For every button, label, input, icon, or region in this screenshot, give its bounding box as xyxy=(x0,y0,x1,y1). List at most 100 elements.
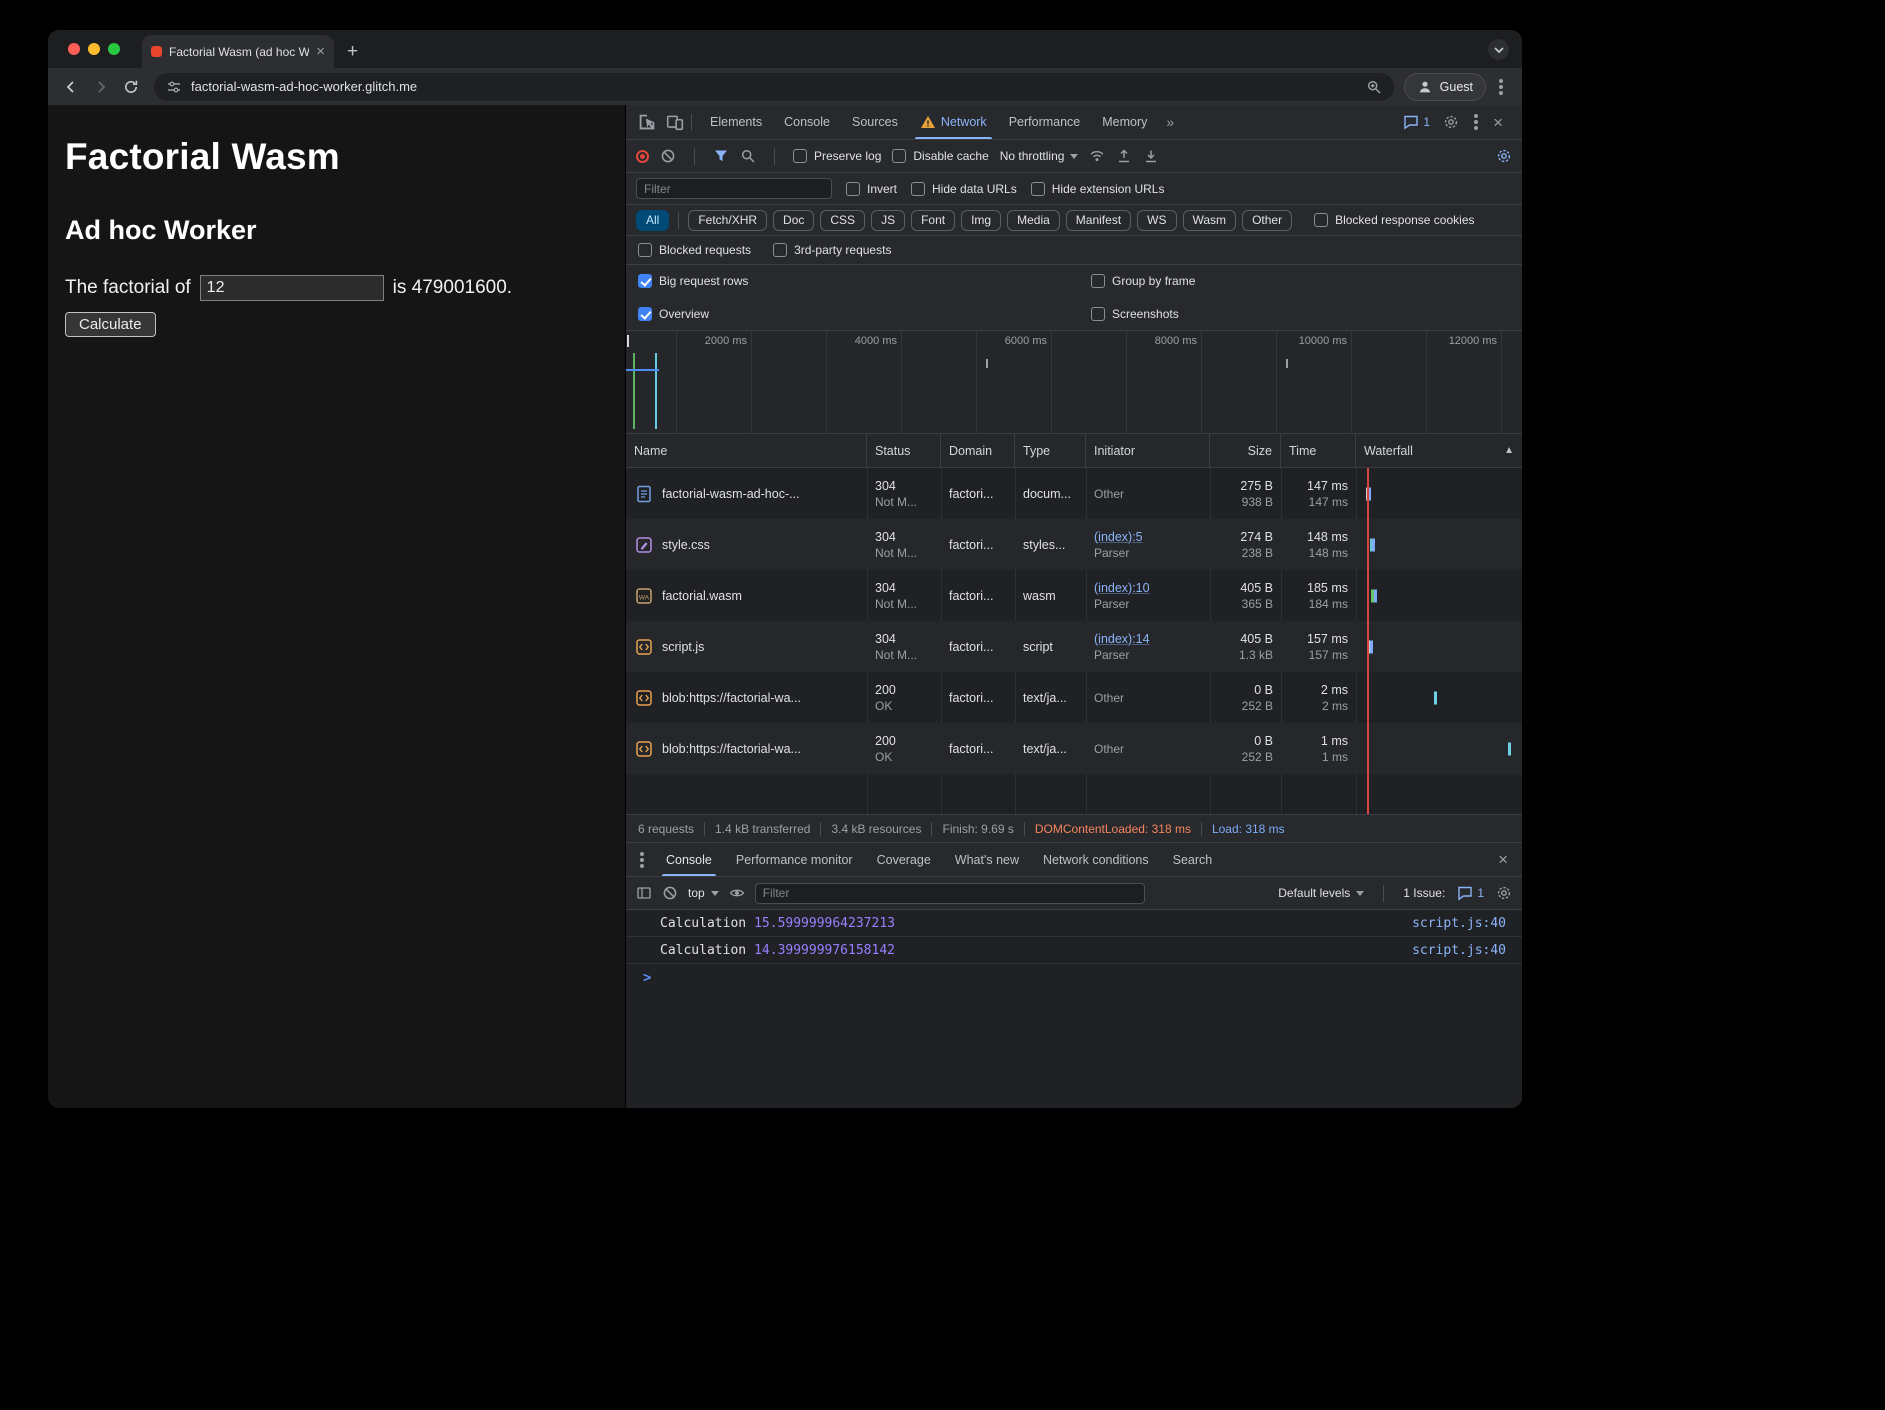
network-request-row[interactable]: factorial-wasm-ad-hoc-... 304Not M... fa… xyxy=(626,468,1522,519)
overview-checkbox[interactable] xyxy=(638,307,652,321)
filter-chip-media[interactable]: Media xyxy=(1007,210,1060,231)
column-header-status[interactable]: Status xyxy=(867,434,941,467)
devtools-tab-console[interactable]: Console xyxy=(773,105,841,139)
address-bar[interactable]: factorial-wasm-ad-hoc-worker.glitch.me xyxy=(154,73,1394,101)
column-header-initiator[interactable]: Initiator xyxy=(1086,434,1210,467)
column-header-time[interactable]: Time xyxy=(1281,434,1356,467)
device-toolbar-button[interactable] xyxy=(666,113,684,131)
network-request-row[interactable]: WA factorial.wasm 304Not M... factori...… xyxy=(626,570,1522,621)
column-header-type[interactable]: Type xyxy=(1015,434,1086,467)
message-source-link[interactable]: script.js:40 xyxy=(1412,943,1506,958)
drawer-tab-performance-monitor[interactable]: Performance monitor xyxy=(724,843,865,876)
reload-button[interactable] xyxy=(118,74,144,100)
filter-chip-other[interactable]: Other xyxy=(1242,210,1292,231)
profile-button[interactable]: Guest xyxy=(1404,73,1486,101)
filter-chip-ws[interactable]: WS xyxy=(1137,210,1176,231)
export-har-button[interactable] xyxy=(1143,148,1159,164)
devtools-settings-button[interactable] xyxy=(1443,114,1459,130)
devtools-tab-performance[interactable]: Performance xyxy=(998,105,1092,139)
zoom-icon[interactable] xyxy=(1366,79,1382,95)
more-tabs-button[interactable]: » xyxy=(1158,114,1182,130)
forward-button[interactable] xyxy=(88,74,114,100)
invert-checkbox[interactable] xyxy=(846,182,860,196)
log-levels-dropdown[interactable]: Default levels xyxy=(1278,886,1364,900)
filter-chip-fetch-xhr[interactable]: Fetch/XHR xyxy=(688,210,767,231)
tab-search-button[interactable] xyxy=(1488,39,1509,60)
browser-tab[interactable]: Factorial Wasm (ad hoc Work xyxy=(142,35,334,68)
window-zoom-button[interactable] xyxy=(108,43,120,55)
clear-network-log-button[interactable] xyxy=(660,148,676,164)
calculate-button[interactable]: Calculate xyxy=(65,312,156,337)
devtools-tab-memory[interactable]: Memory xyxy=(1091,105,1158,139)
issues-indicator[interactable]: 1 xyxy=(1457,885,1484,901)
network-request-row[interactable]: blob:https://factorial-wa... 200OK facto… xyxy=(626,672,1522,723)
record-network-log-button[interactable] xyxy=(636,150,649,163)
drawer-close-icon[interactable] xyxy=(1498,851,1512,868)
filter-chip-img[interactable]: Img xyxy=(961,210,1001,231)
initiator-link[interactable]: (index):10 xyxy=(1094,580,1202,596)
new-tab-button[interactable]: + xyxy=(334,35,371,68)
window-minimize-button[interactable] xyxy=(88,43,100,55)
console-prompt-row[interactable]: > xyxy=(626,964,1522,991)
disable-cache-checkbox[interactable] xyxy=(892,149,906,163)
group-by-frame-checkbox[interactable] xyxy=(1091,274,1105,288)
network-request-row[interactable]: style.css 304Not M... factori... styles.… xyxy=(626,519,1522,570)
drawer-tab-console[interactable]: Console xyxy=(654,843,724,876)
overview-selection-handle[interactable] xyxy=(627,335,629,347)
blocked-requests-checkbox[interactable] xyxy=(638,243,652,257)
factorial-input[interactable] xyxy=(200,275,384,301)
message-source-link[interactable]: script.js:40 xyxy=(1412,916,1506,931)
clear-console-button[interactable] xyxy=(662,885,678,901)
filter-chip-font[interactable]: Font xyxy=(911,210,955,231)
network-overview-timeline[interactable]: 2000 ms 4000 ms 6000 ms 8000 ms 10000 ms… xyxy=(626,331,1522,434)
devtools-tab-elements[interactable]: Elements xyxy=(699,105,773,139)
devtools-tab-network[interactable]: Network xyxy=(909,105,998,139)
browser-menu-icon[interactable] xyxy=(1499,85,1503,89)
blocked-response-cookies-checkbox[interactable] xyxy=(1314,213,1328,227)
drawer-tab-network-conditions[interactable]: Network conditions xyxy=(1031,843,1161,876)
devtools-tab-sources[interactable]: Sources xyxy=(841,105,909,139)
site-info-icon[interactable] xyxy=(166,79,182,95)
filter-chip-css[interactable]: CSS xyxy=(820,210,865,231)
preserve-log-checkbox[interactable] xyxy=(793,149,807,163)
initiator-link[interactable]: (index):5 xyxy=(1094,529,1202,545)
filter-chip-js[interactable]: JS xyxy=(871,210,905,231)
network-settings-button[interactable] xyxy=(1496,148,1512,164)
devtools-close-icon[interactable] xyxy=(1493,114,1503,131)
network-request-row[interactable]: blob:https://factorial-wa... 200OK facto… xyxy=(626,723,1522,774)
drawer-tab-coverage[interactable]: Coverage xyxy=(865,843,943,876)
back-button[interactable] xyxy=(58,74,84,100)
screenshots-checkbox[interactable] xyxy=(1091,307,1105,321)
hide-data-urls-checkbox[interactable] xyxy=(911,182,925,196)
hide-extension-urls-checkbox[interactable] xyxy=(1031,182,1045,196)
initiator-link[interactable]: (index):14 xyxy=(1094,631,1202,647)
filter-chip-doc[interactable]: Doc xyxy=(773,210,814,231)
filter-chip-manifest[interactable]: Manifest xyxy=(1066,210,1131,231)
network-request-row[interactable]: script.js 304Not M... factori... script … xyxy=(626,621,1522,672)
console-sidebar-toggle[interactable] xyxy=(636,885,652,901)
drawer-menu-icon[interactable] xyxy=(640,858,644,862)
console-settings-button[interactable] xyxy=(1496,885,1512,901)
network-filter-input[interactable] xyxy=(636,178,832,199)
column-header-waterfall[interactable]: Waterfall ▲ xyxy=(1356,434,1522,467)
column-header-domain[interactable]: Domain xyxy=(941,434,1015,467)
throttling-dropdown[interactable]: No throttling xyxy=(1000,149,1079,163)
filter-chip-wasm[interactable]: Wasm xyxy=(1183,210,1237,231)
window-close-button[interactable] xyxy=(68,43,80,55)
live-expression-button[interactable] xyxy=(729,885,745,901)
filter-toggle-button[interactable] xyxy=(713,148,729,164)
import-har-button[interactable] xyxy=(1116,148,1132,164)
drawer-tab-search[interactable]: Search xyxy=(1161,843,1225,876)
network-search-button[interactable] xyxy=(740,148,756,164)
tab-close-icon[interactable] xyxy=(316,44,325,59)
devtools-menu-icon[interactable] xyxy=(1474,120,1478,124)
issues-indicator[interactable]: 1 xyxy=(1403,114,1430,130)
network-conditions-button[interactable] xyxy=(1089,148,1105,164)
execution-context-dropdown[interactable]: top xyxy=(688,886,719,900)
third-party-requests-checkbox[interactable] xyxy=(773,243,787,257)
drawer-tab-whats-new[interactable]: What's new xyxy=(943,843,1031,876)
column-header-name[interactable]: Name xyxy=(626,434,867,467)
filter-chip-all[interactable]: All xyxy=(636,210,669,231)
console-filter-input[interactable] xyxy=(755,883,1145,904)
column-header-size[interactable]: Size xyxy=(1210,434,1281,467)
